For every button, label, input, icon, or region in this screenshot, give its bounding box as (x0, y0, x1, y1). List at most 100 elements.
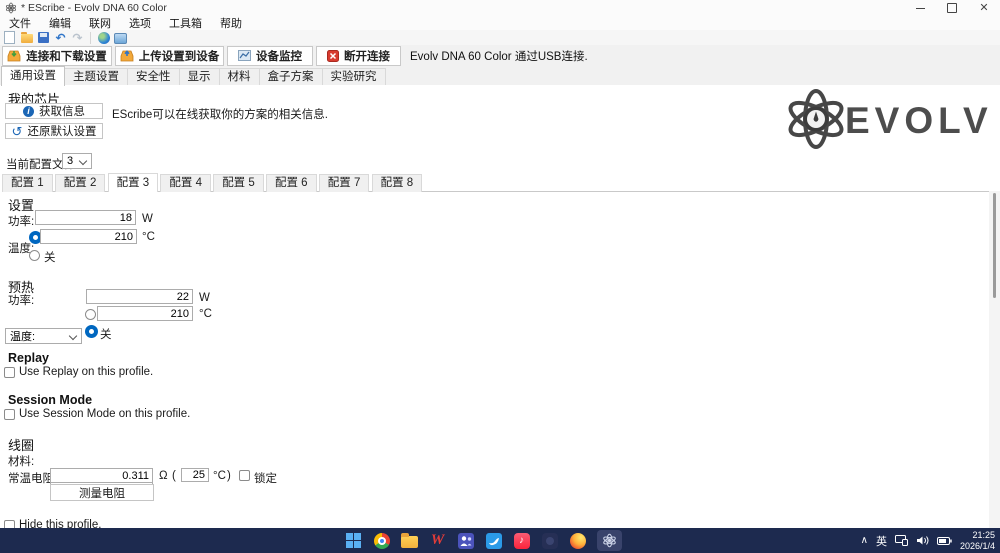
menu-file[interactable]: 文件 (0, 15, 40, 31)
icon-toolbar: ↶ ↷ (0, 30, 1000, 45)
power-unit: W (142, 213, 153, 225)
maximize-icon (947, 3, 957, 13)
ime-indicator[interactable]: 英 (876, 533, 887, 549)
vertical-scrollbar[interactable] (989, 191, 1000, 528)
dark-app-icon[interactable] (541, 532, 558, 549)
temperature-input[interactable] (40, 229, 137, 244)
close-icon: ✕ (979, 3, 988, 14)
display-cast-icon[interactable] (895, 535, 908, 546)
speaker-icon[interactable] (916, 535, 929, 546)
profile-tab-5[interactable]: 配置 5 (213, 174, 264, 192)
ref-temp-input[interactable] (181, 468, 209, 482)
tab-mod-scheme[interactable]: 盒子方案 (259, 68, 323, 86)
disconnect-icon (327, 50, 339, 62)
preheat-power-input[interactable] (86, 289, 193, 304)
profile-tab-2[interactable]: 配置 2 (55, 174, 106, 192)
material-label: 材料: (8, 453, 34, 469)
monitor-chart-icon (238, 50, 251, 61)
tab-theme-settings[interactable]: 主题设置 (64, 68, 128, 86)
scrollbar-thumb[interactable] (993, 193, 996, 298)
menu-bar: 文件 编辑 联网 选项 工具箱 帮助 (0, 16, 1000, 30)
current-profile-select[interactable]: 3 (62, 153, 92, 169)
escribe-atom-icon (602, 533, 617, 548)
title-bar: * EScribe - Evolv DNA 60 Color ✕ (0, 0, 1000, 16)
connection-status: Evolv DNA 60 Color 通过USB连接. (410, 48, 588, 64)
tab-general-settings[interactable]: 通用设置 (1, 66, 65, 86)
preheat-temp-input[interactable] (97, 306, 193, 321)
file-explorer-icon[interactable] (401, 532, 418, 549)
tab-materials[interactable]: 材料 (219, 68, 260, 86)
preheat-mode-value: 温度: (10, 328, 35, 344)
measure-resistance-button[interactable]: 测量电阻 (50, 484, 154, 501)
teams-icon[interactable] (457, 532, 474, 549)
tab-safety[interactable]: 安全性 (127, 68, 180, 86)
session-mode-checkbox[interactable] (4, 409, 15, 420)
profile-tab-7[interactable]: 配置 7 (319, 174, 370, 192)
restore-undo-icon: ↺ (12, 125, 23, 138)
session-mode-checkbox-label: Use Session Mode on this profile. (19, 408, 190, 420)
chevron-down-icon (79, 157, 87, 165)
minimize-button[interactable] (904, 0, 936, 16)
connect-download-button[interactable]: 连接和下载设置 (2, 46, 112, 66)
device-monitor-button[interactable]: 设备监控 (227, 46, 313, 66)
escribe-taskbar-active[interactable] (597, 530, 622, 551)
preheat-off-radio[interactable] (85, 325, 98, 338)
get-info-label: 获取信息 (39, 103, 85, 119)
maximize-button[interactable] (936, 0, 968, 16)
bluebird-app-icon[interactable] (485, 532, 502, 549)
profile-tab-bar: 配置 1 配置 2 配置 3 配置 4 配置 5 配置 6 配置 7 配置 8 (2, 173, 990, 192)
battery-icon[interactable] (937, 536, 952, 546)
upload-settings-label: 上传设置到设备 (139, 48, 220, 64)
menu-edit[interactable]: 编辑 (40, 15, 80, 31)
open-file-icon[interactable] (20, 32, 33, 44)
wps-office-icon[interactable]: W (429, 532, 446, 549)
resistance-input[interactable] (50, 468, 153, 483)
restore-defaults-button[interactable]: ↺ 还原默认设置 (5, 123, 103, 139)
preheat-temp-radio[interactable] (85, 309, 96, 320)
profile-tab-1[interactable]: 配置 1 (2, 174, 53, 192)
preheat-mode-select[interactable]: 温度: (5, 328, 82, 344)
replay-checkbox[interactable] (4, 367, 15, 378)
chevron-down-icon (69, 332, 77, 340)
close-button[interactable]: ✕ (968, 0, 1000, 16)
paren-open: ( (172, 470, 176, 482)
toolbar-separator (90, 32, 91, 44)
menu-help[interactable]: 帮助 (211, 15, 251, 31)
firefox-icon[interactable] (569, 532, 586, 549)
music-app-icon[interactable]: ♪ (513, 532, 530, 549)
feedback-icon[interactable] (114, 32, 127, 44)
upload-settings-button[interactable]: 上传设置到设备 (115, 46, 224, 66)
chrome-icon[interactable] (373, 532, 390, 549)
main-tab-bar: 通用设置 主题设置 安全性 显示 材料 盒子方案 实验研究 (0, 66, 1000, 87)
power-input[interactable] (35, 210, 136, 225)
restore-defaults-label: 还原默认设置 (27, 123, 96, 139)
save-icon[interactable] (37, 32, 50, 44)
start-button[interactable] (345, 532, 362, 549)
profile-tab-4[interactable]: 配置 4 (160, 174, 211, 192)
profile-tab-8[interactable]: 配置 8 (372, 174, 423, 192)
tab-display[interactable]: 显示 (179, 68, 220, 86)
undo-icon[interactable]: ↶ (54, 32, 67, 44)
tab-research[interactable]: 实验研究 (322, 68, 386, 86)
preheat-power-label: 功率: (8, 292, 34, 308)
profile-tab-3[interactable]: 配置 3 (108, 173, 159, 192)
disconnect-button[interactable]: 断开连接 (316, 46, 401, 66)
profile-tab-6[interactable]: 配置 6 (266, 174, 317, 192)
get-info-button[interactable]: i 获取信息 (5, 103, 103, 119)
action-bar: 连接和下载设置 上传设置到设备 设备监控 断开连接 Evolv DNA 60 C… (0, 45, 1000, 66)
tray-expand-icon[interactable]: ∧ (861, 535, 868, 546)
preheat-off-label: 关 (100, 326, 112, 342)
chip-info-text: EScribe可以在线获取你的方案的相关信息. (112, 106, 328, 122)
menu-network[interactable]: 联网 (80, 15, 120, 31)
lock-resistance-checkbox[interactable] (239, 470, 250, 481)
globe-icon[interactable] (97, 32, 110, 44)
menu-toolbox[interactable]: 工具箱 (160, 15, 211, 31)
session-mode-heading: Session Mode (8, 393, 92, 407)
new-file-icon[interactable] (3, 32, 16, 44)
temperature-off-radio[interactable] (29, 250, 40, 261)
taskbar-clock[interactable]: 21:25 2026/1/4 (960, 530, 995, 552)
windows-logo-icon (346, 533, 361, 548)
menu-options[interactable]: 选项 (120, 15, 160, 31)
paren-close: ) (227, 470, 231, 482)
measure-resistance-label: 测量电阻 (79, 485, 125, 501)
